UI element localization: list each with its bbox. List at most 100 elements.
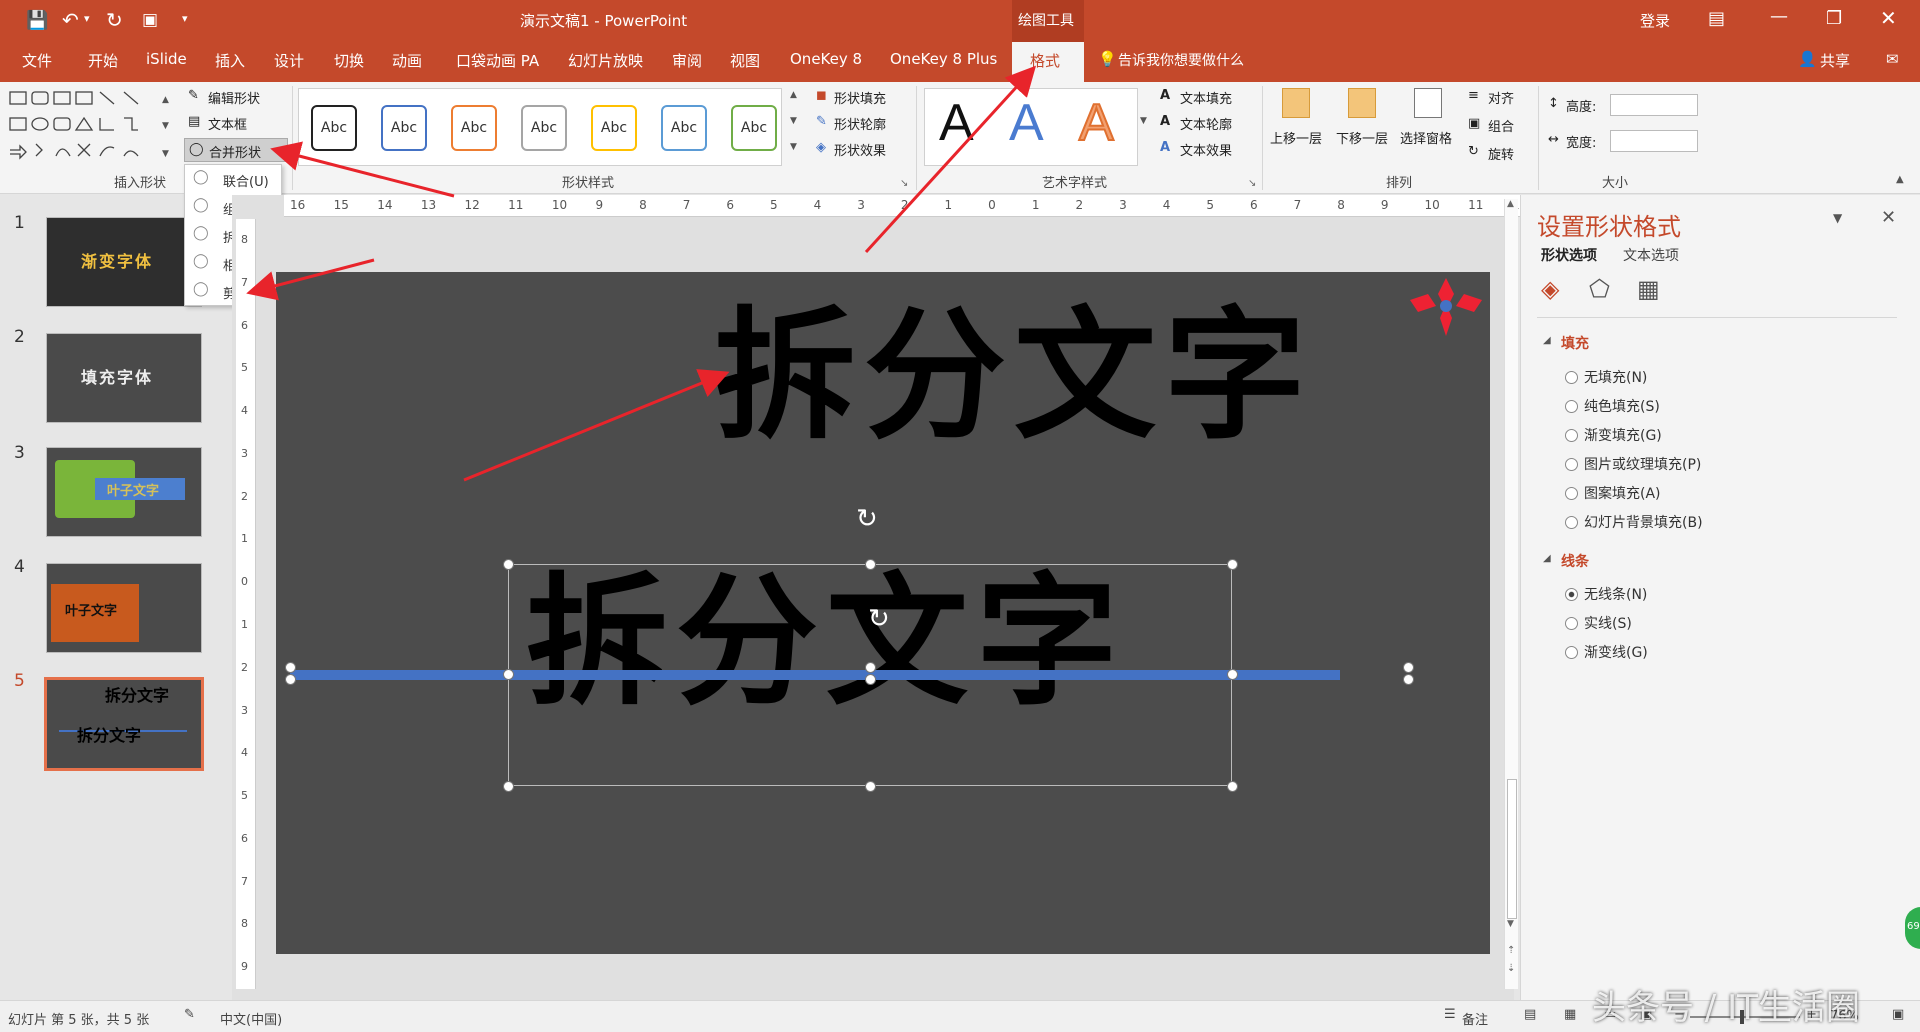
rotate-icon[interactable]: ↻ <box>1468 144 1479 159</box>
resize-handle[interactable] <box>503 781 514 792</box>
slide-thumbnail-1[interactable]: 渐变字体 <box>46 217 202 307</box>
radio-gradient-line[interactable]: 渐变线(G) <box>1565 642 1648 662</box>
shape-fill-button[interactable]: 形状填充 <box>834 88 886 107</box>
size-properties-icon[interactable]: ▦ <box>1637 275 1660 303</box>
login-link[interactable]: 登录 <box>1640 10 1670 31</box>
redo-icon[interactable]: ↻ <box>106 8 123 32</box>
close-icon[interactable]: ✕ <box>1880 6 1897 30</box>
resize-handle[interactable] <box>865 781 876 792</box>
radio-solid-fill[interactable]: 纯色填充(S) <box>1565 396 1660 416</box>
scroll-up-icon[interactable]: ▲ <box>1507 199 1514 209</box>
notes-button[interactable]: 备注 <box>1462 1009 1488 1028</box>
selection-pane-button[interactable]: 选择窗格 <box>1400 128 1452 147</box>
slide-thumbnail-2[interactable]: 填充字体 <box>46 333 202 423</box>
resize-handle[interactable] <box>865 674 876 685</box>
shape-style-2[interactable]: Abc <box>381 105 427 151</box>
shapes-gallery[interactable]: ▲ ▼ ▼ <box>6 86 174 162</box>
minimize-icon[interactable]: — <box>1770 6 1788 27</box>
vertical-scrollbar[interactable]: ▲ ▼ ⇡ ⇣ <box>1504 199 1518 989</box>
collapse-ribbon-icon[interactable]: ▲ <box>1896 174 1904 185</box>
group-icon[interactable]: ▣ <box>1468 116 1480 131</box>
text-outline-button[interactable]: 文本轮廓 <box>1180 114 1232 133</box>
resize-handle[interactable] <box>1403 674 1414 685</box>
tab-transitions[interactable]: 切换 <box>334 50 364 71</box>
merge-shapes-button[interactable]: ◯ 合并形状 <box>184 138 288 162</box>
wordart-scroll-icon[interactable]: ▼ <box>1140 116 1147 126</box>
spellcheck-icon[interactable]: ✎ <box>184 1007 195 1022</box>
normal-view-icon[interactable]: ▤ <box>1524 1007 1536 1022</box>
resize-handle[interactable] <box>285 674 296 685</box>
radio-no-fill[interactable]: 无填充(N) <box>1565 367 1647 387</box>
shape-fill-icon[interactable]: ◼ <box>816 88 827 103</box>
restore-icon[interactable]: ❐ <box>1826 8 1842 29</box>
tab-insert[interactable]: 插入 <box>215 50 245 71</box>
prev-slide-icon[interactable]: ⇡ <box>1507 945 1515 956</box>
edit-shape-icon[interactable]: ✎ <box>188 88 199 103</box>
group-button[interactable]: 组合 <box>1488 116 1514 135</box>
align-icon[interactable]: ≡ <box>1468 88 1479 103</box>
pane-close-icon[interactable]: ✕ <box>1881 207 1896 228</box>
pane-options-icon[interactable]: ▼ <box>1833 211 1842 225</box>
radio-solid-line[interactable]: 实线(S) <box>1565 613 1632 633</box>
send-backward-button[interactable]: 下移一层 <box>1336 128 1388 147</box>
save-icon[interactable]: 💾 <box>26 10 48 31</box>
tab-format[interactable]: 格式 <box>1012 42 1084 82</box>
wordart-style-3[interactable]: A <box>1078 93 1115 153</box>
align-button[interactable]: 对齐 <box>1488 88 1514 107</box>
customize-qat-icon[interactable]: ▾ <box>182 12 188 25</box>
fit-slide-icon[interactable]: ▣ <box>1892 1007 1904 1022</box>
resize-handle[interactable] <box>1227 669 1238 680</box>
resize-handle[interactable] <box>1403 662 1414 673</box>
tab-animations[interactable]: 动画 <box>392 50 422 71</box>
resize-handle[interactable] <box>1227 781 1238 792</box>
comments-icon[interactable]: ✉ <box>1886 50 1899 68</box>
slide-thumbnail-3[interactable]: 叶子文字 <box>46 447 202 537</box>
slide-thumbnail-5[interactable]: 拆分文字 拆分文字 <box>44 677 204 771</box>
text-effect-icon[interactable]: A <box>1160 140 1170 155</box>
rotate-button[interactable]: 旋转 <box>1488 144 1514 163</box>
wordart-style-2[interactable]: A <box>1009 93 1044 153</box>
shape-style-5[interactable]: Abc <box>591 105 637 151</box>
collapse-fill-icon[interactable]: ◢ <box>1543 335 1551 346</box>
tab-design[interactable]: 设计 <box>274 50 304 71</box>
scrollbar-thumb[interactable] <box>1507 779 1517 919</box>
send-backward-icon[interactable] <box>1348 88 1376 118</box>
shape-style-6[interactable]: Abc <box>661 105 707 151</box>
text-outline-icon[interactable]: A <box>1160 114 1170 129</box>
tab-pocket-animation[interactable]: 口袋动画 PA <box>456 50 539 71</box>
shape-style-1[interactable]: Abc <box>311 105 357 151</box>
resize-handle[interactable] <box>1227 559 1238 570</box>
bring-forward-icon[interactable] <box>1282 88 1310 118</box>
radio-pattern-fill[interactable]: 图案填充(A) <box>1565 483 1661 503</box>
rotate-handle-icon[interactable]: ↻ <box>856 504 878 534</box>
menu-union[interactable]: 联合(U) <box>223 171 269 190</box>
tab-review[interactable]: 审阅 <box>672 50 702 71</box>
language-indicator[interactable]: 中文(中国) <box>220 1009 282 1028</box>
sorter-view-icon[interactable]: ▦ <box>1564 1007 1576 1022</box>
rotate-handle-icon[interactable]: ↻ <box>868 604 890 634</box>
resize-handle[interactable] <box>503 559 514 570</box>
tab-slideshow[interactable]: 幻灯片放映 <box>568 50 643 71</box>
width-input[interactable] <box>1610 130 1698 152</box>
wordart-style-1[interactable]: A <box>939 93 974 153</box>
tab-onekey8plus[interactable]: OneKey 8 Plus <box>890 50 997 68</box>
collapse-line-icon[interactable]: ◢ <box>1543 553 1551 564</box>
text-effect-button[interactable]: 文本效果 <box>1180 140 1232 159</box>
shape-outline-button[interactable]: 形状轮廓 <box>834 114 886 133</box>
tab-text-options[interactable]: 文本选项 <box>1623 245 1679 265</box>
tab-islide[interactable]: iSlide <box>146 50 187 68</box>
radio-background-fill[interactable]: 幻灯片背景填充(B) <box>1565 512 1703 532</box>
resize-handle[interactable] <box>503 669 514 680</box>
tab-onekey8[interactable]: OneKey 8 <box>790 50 862 68</box>
edit-shape-button[interactable]: 编辑形状 <box>208 88 260 107</box>
resize-handle[interactable] <box>865 662 876 673</box>
share-button[interactable]: 共享 <box>1820 50 1850 71</box>
line-section-header[interactable]: 线条 <box>1561 551 1589 571</box>
undo-icon[interactable]: ↶ <box>62 8 79 32</box>
share-icon[interactable]: 👤 <box>1798 50 1817 68</box>
text-fill-button[interactable]: 文本填充 <box>1180 88 1232 107</box>
next-slide-icon[interactable]: ⇣ <box>1507 963 1515 974</box>
dialog-launcher-icon[interactable]: ↘ <box>1248 178 1256 189</box>
shape-effect-button[interactable]: 形状效果 <box>834 140 886 159</box>
text-box-icon[interactable]: ▤ <box>188 114 200 129</box>
